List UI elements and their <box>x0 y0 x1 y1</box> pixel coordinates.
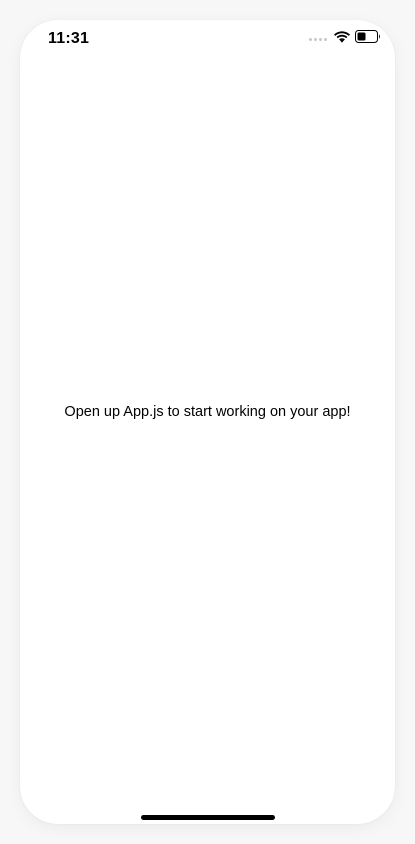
status-bar: 11:31 <box>20 20 395 64</box>
welcome-message: Open up App.js to start working on your … <box>64 404 351 420</box>
cellular-signal-icon <box>309 37 327 41</box>
home-indicator[interactable] <box>141 815 275 820</box>
battery-icon <box>355 30 381 48</box>
status-time: 11:31 <box>48 30 90 47</box>
wifi-icon <box>334 30 350 48</box>
status-icons <box>309 30 381 48</box>
app-content: Open up App.js to start working on your … <box>20 64 395 790</box>
phone-screen: 11:31 Open up App.js to start working on… <box>20 20 395 824</box>
